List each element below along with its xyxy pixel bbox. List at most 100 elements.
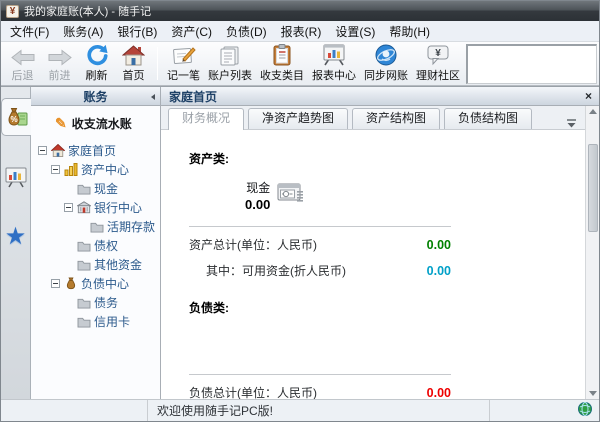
account-list-button[interactable]: 账户列表 (204, 43, 256, 84)
expander-icon[interactable] (51, 279, 60, 288)
menubar: 文件(F) 账务(A) 银行(B) 资产(C) 负债(D) 报表(R) 设置(S… (1, 21, 599, 41)
available-funds-label: 其中：可用资金(折人民币) (206, 264, 346, 278)
report-center-button[interactable]: 报表中心 (308, 43, 360, 84)
liability-divider (189, 374, 451, 375)
refresh-icon (86, 44, 108, 66)
cashflow-shortcut-label: 收支流水账 (71, 117, 132, 131)
cash-label: 现金 (246, 181, 271, 195)
rail-reports-tab[interactable] (1, 158, 31, 196)
cash-account-item[interactable]: 现金 0.00 (245, 179, 304, 212)
tab-asset-structure[interactable]: 资产结构图 (352, 108, 441, 129)
tree-item-bank-center[interactable]: 银行中心 (31, 198, 160, 217)
tree-item-label: 其他资金 (94, 258, 143, 272)
titlebar: ¥ 我的家庭账(本人) - 随手记 (1, 1, 599, 21)
available-funds-row: 其中：可用资金(折人民币) 0.00 (189, 262, 451, 279)
folder-icon (89, 220, 104, 234)
menu-accounting[interactable]: 账务(A) (56, 21, 110, 42)
expander-icon[interactable] (38, 146, 47, 155)
menu-reports[interactable]: 报表(R) (274, 21, 329, 42)
statusbar: 欢迎使用随手记PC版! (1, 399, 599, 421)
money-bag-icon (63, 277, 78, 291)
tree-item-credit-card[interactable]: 信用卡 (31, 312, 160, 331)
home-button[interactable]: 首页 (115, 43, 152, 84)
bank-icon (76, 201, 91, 215)
app-window: ¥ 我的家庭账(本人) - 随手记 文件(F) 账务(A) 银行(B) 资产(C… (0, 0, 600, 422)
content-panel: 家庭首页 × 财务概况 净资产趋势图 资产结构图 负债结构图 资产类: 现金 0… (161, 87, 599, 399)
expander-icon[interactable] (51, 165, 60, 174)
tree-item-label: 活期存款 (107, 220, 156, 234)
side-rail: % ★ (1, 87, 31, 399)
tab-net-asset-trend[interactable]: 净资产趋势图 (248, 108, 349, 129)
tree-item-debts[interactable]: 债务 (31, 293, 160, 312)
tabbar: 财务概况 净资产趋势图 资产结构图 负债结构图 (161, 106, 585, 130)
sidebar-header: 账务 (31, 87, 160, 106)
star-icon: ★ (4, 223, 27, 250)
vertical-scrollbar[interactable] (585, 106, 599, 399)
category-button[interactable]: 收支类目 (256, 43, 308, 84)
chart-board-icon (5, 167, 26, 188)
close-icon[interactable]: × (585, 89, 592, 103)
folder-icon (76, 258, 91, 272)
asset-total-row: 资产总计(单位：人民币) 0.00 (189, 236, 451, 253)
back-button[interactable]: 后退 (4, 43, 41, 84)
pencil-icon: ✎ (55, 115, 67, 131)
liability-section-title: 负债类: (189, 301, 229, 315)
statusbar-right-section (489, 400, 599, 421)
cashflow-shortcut[interactable]: ✎ 收支流水账 (31, 113, 160, 141)
tree-item-label: 家庭首页 (68, 144, 117, 158)
folder-icon (76, 239, 91, 253)
cash-value: 0.00 (245, 197, 271, 212)
scroll-down-icon[interactable] (588, 391, 597, 396)
tree-item-label: 信用卡 (94, 315, 131, 329)
account-list-icon (219, 44, 241, 66)
tree-item-liability-center[interactable]: 负债中心 (31, 274, 160, 293)
asset-total-value: 0.00 (426, 237, 451, 252)
scroll-up-icon[interactable] (588, 109, 597, 114)
folder-icon (76, 296, 91, 310)
tree-item-asset-center[interactable]: 资产中心 (31, 160, 160, 179)
toolbar-blank-panel (466, 44, 597, 84)
account-tree: ✎ 收支流水账 家庭首页 资产中心 现金 银行中心 活期存款 债权 其他资金 负… (31, 106, 160, 399)
menu-liabilities[interactable]: 负债(D) (219, 21, 274, 42)
tree-item-current-deposit[interactable]: 活期存款 (31, 217, 160, 236)
refresh-button[interactable]: 刷新 (78, 43, 115, 84)
menu-assets[interactable]: 资产(C) (164, 21, 219, 42)
tree-item-label: 银行中心 (94, 201, 143, 215)
forward-button[interactable]: 前进 (41, 43, 78, 84)
svg-text:¥: ¥ (435, 48, 441, 59)
community-button[interactable]: ¥ 理财社区 (412, 43, 464, 84)
menu-settings[interactable]: 设置(S) (328, 21, 382, 42)
menu-file[interactable]: 文件(F) (3, 21, 56, 42)
category-clipboard-icon (272, 44, 292, 66)
tab-financial-overview[interactable]: 财务概况 (168, 108, 245, 130)
tree-item-label: 债务 (94, 296, 119, 310)
scrollbar-thumb[interactable] (587, 144, 598, 232)
tab-liability-structure[interactable]: 负债结构图 (444, 108, 533, 129)
menu-help[interactable]: 帮助(H) (382, 21, 437, 42)
tree-item-creditor-rights[interactable]: 债权 (31, 236, 160, 255)
toolbar: 后退 前进 刷新 首页 记一笔 账户列表 收支类目 报表中心 同步网账 ¥ 理财… (1, 41, 599, 86)
tree-item-cash[interactable]: 现金 (31, 179, 160, 198)
tab-list-dropdown-icon[interactable] (566, 115, 577, 133)
collapse-sidebar-icon[interactable] (151, 94, 155, 100)
expander-icon[interactable] (64, 203, 73, 212)
rail-accounting-tab[interactable]: % (1, 98, 31, 136)
report-board-icon (322, 44, 346, 66)
liability-total-value: 0.00 (426, 385, 451, 400)
app-icon: ¥ (6, 4, 19, 18)
statusbar-left-section (1, 400, 148, 421)
sidebar-header-title: 账务 (83, 89, 108, 104)
tree-item-other-funds[interactable]: 其他资金 (31, 255, 160, 274)
rail-favorites-tab[interactable]: ★ (1, 218, 31, 256)
sync-button[interactable]: 同步网账 (360, 43, 412, 84)
tree-item-label: 债权 (94, 239, 119, 253)
financial-overview: 资产类: 现金 0.00 资产总计(单位：人民币) 0.00 其中：可用资金(折… (161, 130, 585, 399)
network-globe-icon (578, 402, 592, 419)
sidebar: 账务 ✎ 收支流水账 家庭首页 资产中心 现金 银行中心 活期存款 债权 其他资… (31, 87, 161, 399)
add-record-button[interactable]: 记一笔 (163, 43, 204, 84)
tree-item-home-page[interactable]: 家庭首页 (31, 141, 160, 160)
toolbar-separator (157, 47, 158, 80)
main-area: % ★ 账务 ✎ 收支流水账 家庭首页 资产中心 现金 银行中心 活期存款 债权… (1, 86, 599, 399)
cash-drawer-icon (277, 183, 304, 209)
menu-bank[interactable]: 银行(B) (110, 21, 164, 42)
